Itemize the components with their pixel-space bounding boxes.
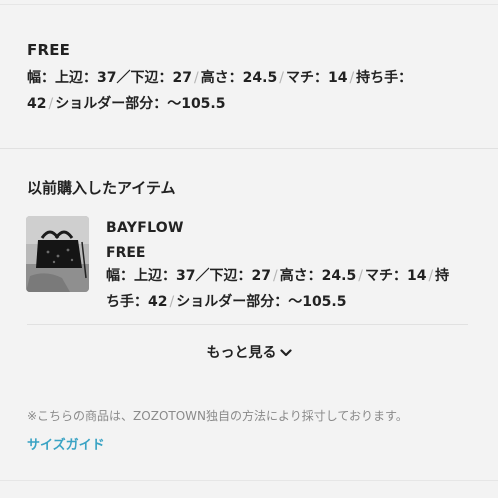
history-item-info: BAYFLOW FREE 幅：上辺：37／下辺：27/高さ：24.5/マチ：14…: [106, 218, 471, 315]
section-divider: [0, 148, 498, 149]
history-item[interactable]: BAYFLOW FREE 幅：上辺：37／下辺：27/高さ：24.5/マチ：14…: [26, 216, 471, 316]
measure-separator: /: [169, 294, 175, 310]
item-measure-shoulder: ショルダー部分：〜105.5: [176, 294, 347, 310]
measure-handle-value: 42: [27, 96, 47, 112]
item-measure-width: 幅：上辺：37／下辺：27: [106, 268, 271, 284]
measure-line-1: 幅：上辺：37／下辺：27/高さ：24.5/マチ：14/持ち手：: [27, 65, 477, 91]
item-measure-handle: ち手：42: [106, 294, 168, 310]
item-measure-line-1: 幅：上辺：37／下辺：27/高さ：24.5/マチ：14/持: [106, 263, 471, 289]
show-more-label: もっと見る: [206, 345, 277, 361]
measure-separator: /: [48, 96, 54, 112]
purchase-history-title: 以前購入したアイテム: [27, 179, 176, 197]
measure-gusset: マチ：14: [285, 70, 348, 86]
product-thumbnail[interactable]: [26, 216, 89, 292]
measure-height: 高さ：24.5: [200, 70, 278, 86]
measure-separator: /: [349, 70, 355, 86]
item-measure-gusset: マチ：14: [364, 268, 427, 284]
measure-separator: /: [279, 70, 284, 86]
item-divider: [27, 324, 468, 325]
measure-line-2: 42/ショルダー部分：〜105.5: [27, 91, 477, 117]
measure-handle-label: 持ち手：: [356, 70, 413, 86]
measure-shoulder: ショルダー部分：〜105.5: [55, 96, 226, 112]
item-measure-height: 高さ：24.5: [279, 268, 357, 284]
bottom-divider: [0, 480, 498, 481]
item-measurements: 幅：上辺：37／下辺：27/高さ：24.5/マチ：14/持 ち手：42/ショルダ…: [106, 263, 471, 315]
measure-separator: /: [358, 268, 363, 284]
measure-separator: /: [193, 70, 199, 86]
handbag-image: [26, 216, 89, 292]
size-guide-link[interactable]: サイズガイド: [27, 436, 105, 456]
measure-width: 幅：上辺：37／下辺：27: [27, 70, 192, 86]
chevron-down-icon: [279, 349, 292, 357]
size-measurements: 幅：上辺：37／下辺：27/高さ：24.5/マチ：14/持ち手： 42/ショルダ…: [27, 65, 477, 117]
item-measure-handle-prefix: 持: [435, 268, 450, 284]
show-more-button[interactable]: もっと見る: [0, 343, 498, 363]
top-divider: [0, 4, 498, 5]
measure-separator: /: [428, 268, 434, 284]
measure-separator: /: [272, 268, 278, 284]
measurement-note: ※こちらの商品は、ZOZOTOWN独自の方法により採寸しております。: [27, 409, 408, 423]
item-measure-line-2: ち手：42/ショルダー部分：〜105.5: [106, 289, 471, 315]
size-info-panel: FREE 幅：上辺：37／下辺：27/高さ：24.5/マチ：14/持ち手： 42…: [0, 0, 498, 498]
item-brand: BAYFLOW: [106, 220, 184, 236]
item-size: FREE: [106, 245, 146, 261]
size-label: FREE: [27, 41, 71, 59]
current-size-block: FREE 幅：上辺：37／下辺：27/高さ：24.5/マチ：14/持ち手： 42…: [27, 40, 477, 117]
